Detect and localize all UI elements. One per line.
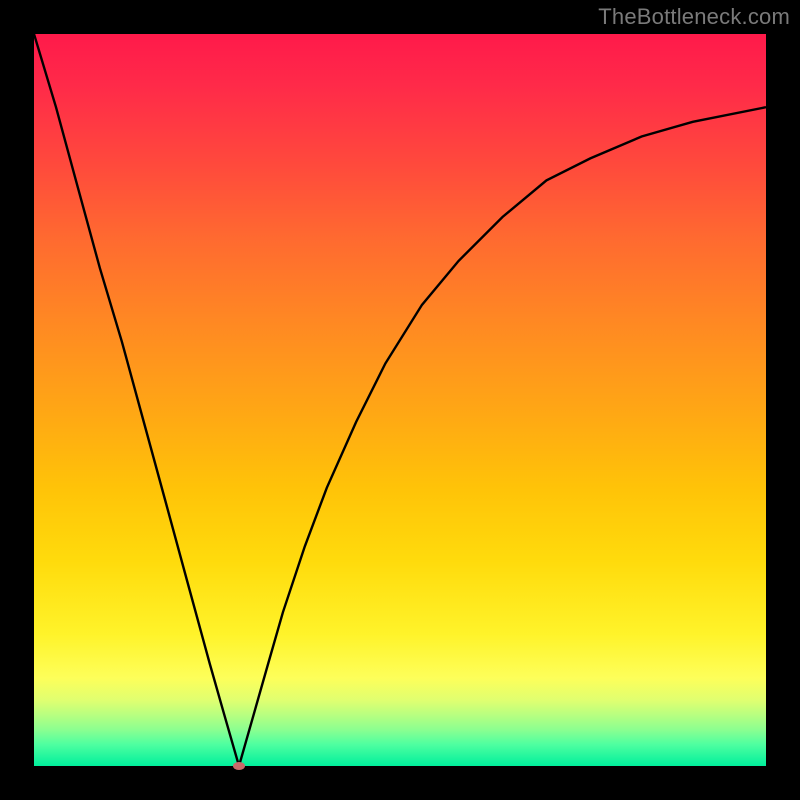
minimum-marker	[233, 762, 245, 770]
watermark-text: TheBottleneck.com	[598, 4, 790, 30]
chart-container: TheBottleneck.com	[0, 0, 800, 800]
plot-area	[34, 34, 766, 766]
bottleneck-curve	[34, 34, 766, 766]
curve-svg	[34, 34, 766, 766]
